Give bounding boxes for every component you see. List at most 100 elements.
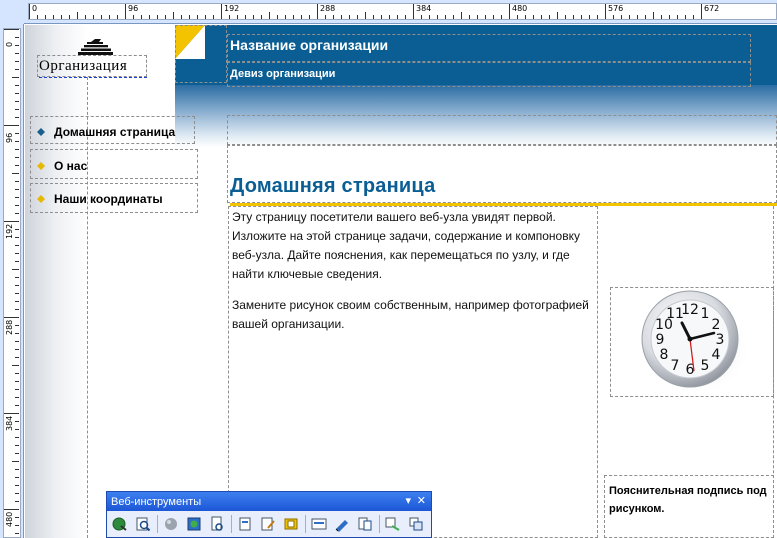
ruler-tick bbox=[597, 15, 598, 19]
ruler-tick bbox=[15, 229, 19, 230]
ruler-tick bbox=[12, 269, 19, 270]
ruler-tick bbox=[581, 15, 582, 19]
toolbar-options-button[interactable]: ▾ bbox=[405, 494, 411, 508]
ruler-tick bbox=[12, 461, 19, 462]
web-sphere-icon[interactable] bbox=[162, 515, 180, 533]
web-view-icon[interactable] bbox=[356, 515, 374, 533]
ruler-tick bbox=[173, 12, 174, 19]
toolbar-close-button[interactable]: ✕ bbox=[417, 494, 426, 508]
publication-page[interactable]: Название организации Девиз организации О… bbox=[25, 25, 777, 538]
ruler-tick bbox=[469, 15, 470, 19]
ruler-tick bbox=[605, 4, 606, 19]
ruler-tick bbox=[12, 77, 19, 78]
ruler-tick bbox=[477, 15, 478, 19]
horizontal-ruler[interactable]: 0 96 192 288 384 480 576 672 bbox=[0, 0, 777, 24]
ruler-corner bbox=[0, 0, 24, 24]
ruler-tick bbox=[15, 61, 19, 62]
ruler-tick bbox=[149, 15, 150, 19]
ruler-tick bbox=[133, 15, 134, 19]
ruler-tick bbox=[45, 15, 46, 19]
org-name[interactable]: Название организации bbox=[230, 37, 388, 53]
nav-item-label: О нас bbox=[54, 159, 88, 173]
ruler-tick bbox=[15, 485, 19, 486]
ruler-tick bbox=[15, 85, 19, 86]
ruler-tick bbox=[245, 15, 246, 19]
ruler-tick bbox=[701, 4, 702, 19]
ruler-tick bbox=[15, 373, 19, 374]
ruler-tick bbox=[261, 15, 262, 19]
body-paragraph-2[interactable]: Замените рисунок своим собственным, напр… bbox=[232, 296, 594, 334]
preview-icon[interactable] bbox=[134, 515, 152, 533]
toolbar-title-bar[interactable]: Веб-инструменты ▾ ✕ bbox=[107, 492, 431, 511]
page-title[interactable]: Домашняя страница bbox=[230, 175, 435, 198]
ruler-tick bbox=[15, 189, 19, 190]
clock-numeral: 7 bbox=[671, 358, 680, 374]
ruler-tick bbox=[15, 141, 19, 142]
form-properties-icon[interactable] bbox=[310, 515, 328, 533]
left-column-guide bbox=[87, 77, 88, 538]
ruler-tick bbox=[15, 429, 19, 430]
ruler-tick bbox=[15, 37, 19, 38]
ruler-tick bbox=[685, 15, 686, 19]
body-paragraph-1[interactable]: Эту страницу посетители вашего веб-узла … bbox=[232, 208, 594, 284]
ruler-tick bbox=[541, 15, 542, 19]
toolbar-title: Веб-инструменты bbox=[111, 495, 202, 508]
ruler-label: 672 bbox=[704, 4, 720, 13]
clock-picture[interactable]: 12 1234567891011 bbox=[634, 287, 746, 397]
nav-item-contacts[interactable]: Наши координаты bbox=[37, 189, 163, 209]
ruler-tick bbox=[15, 493, 19, 494]
picture-caption[interactable]: Пояснительная подпись под рисунком. bbox=[609, 482, 769, 518]
ruler-tick bbox=[15, 101, 19, 102]
insert-html-icon[interactable] bbox=[282, 515, 300, 533]
ruler-label: 384 bbox=[416, 4, 432, 13]
pyramid-logo-icon[interactable] bbox=[77, 39, 113, 55]
edit-link-icon[interactable] bbox=[333, 515, 351, 533]
ruler-tick bbox=[565, 15, 566, 19]
ruler-tick bbox=[4, 125, 19, 126]
ruler-tick bbox=[15, 525, 19, 526]
ruler-tick bbox=[15, 333, 19, 334]
vertical-ruler[interactable]: 0 96 192 288 384 480 bbox=[0, 24, 24, 538]
ruler-tick bbox=[613, 15, 614, 19]
ruler-tick bbox=[413, 4, 414, 19]
ruler-tick bbox=[341, 15, 342, 19]
hotspot-icon[interactable] bbox=[185, 515, 203, 533]
org-motto[interactable]: Девиз организации bbox=[230, 68, 335, 80]
ruler-tick bbox=[15, 469, 19, 470]
nav-item-about[interactable]: О нас bbox=[37, 156, 87, 176]
logo-text[interactable]: Организация bbox=[39, 58, 127, 75]
ruler-tick bbox=[397, 15, 398, 19]
insert-hyperlink-icon[interactable] bbox=[111, 515, 129, 533]
ruler-tick bbox=[677, 15, 678, 19]
ruler-tick bbox=[389, 15, 390, 19]
ruler-tick bbox=[333, 15, 334, 19]
publish-icon[interactable] bbox=[407, 515, 425, 533]
clock-numeral: 8 bbox=[660, 347, 669, 363]
ruler-tick bbox=[325, 15, 326, 19]
ruler-tick bbox=[15, 277, 19, 278]
ruler-tick bbox=[509, 4, 510, 19]
ruler-tick bbox=[493, 15, 494, 19]
clock-numeral: 9 bbox=[656, 332, 665, 348]
new-page-icon[interactable] bbox=[236, 515, 254, 533]
ruler-tick bbox=[15, 437, 19, 438]
ruler-label: 288 bbox=[320, 4, 336, 13]
ruler-tick bbox=[117, 15, 118, 19]
top-gradient-frame bbox=[227, 115, 777, 145]
web-site-icon[interactable] bbox=[384, 515, 402, 533]
ruler-tick bbox=[15, 205, 19, 206]
nav-item-home[interactable]: Домашняя страница bbox=[37, 122, 175, 142]
logo-spell-underline bbox=[39, 77, 147, 78]
page-properties-icon[interactable] bbox=[259, 515, 277, 533]
clock-numeral: 4 bbox=[712, 347, 721, 363]
ruler-tick bbox=[15, 357, 19, 358]
toolbar-separator bbox=[379, 515, 380, 533]
ruler-tick bbox=[15, 421, 19, 422]
clock-numeral: 3 bbox=[716, 332, 725, 348]
ruler-tick bbox=[15, 213, 19, 214]
ruler-tick bbox=[15, 109, 19, 110]
ruler-tick bbox=[365, 12, 366, 19]
web-page-options-icon[interactable] bbox=[208, 515, 226, 533]
ruler-tick bbox=[15, 197, 19, 198]
web-tools-toolbar[interactable]: Веб-инструменты ▾ ✕ bbox=[106, 491, 432, 538]
